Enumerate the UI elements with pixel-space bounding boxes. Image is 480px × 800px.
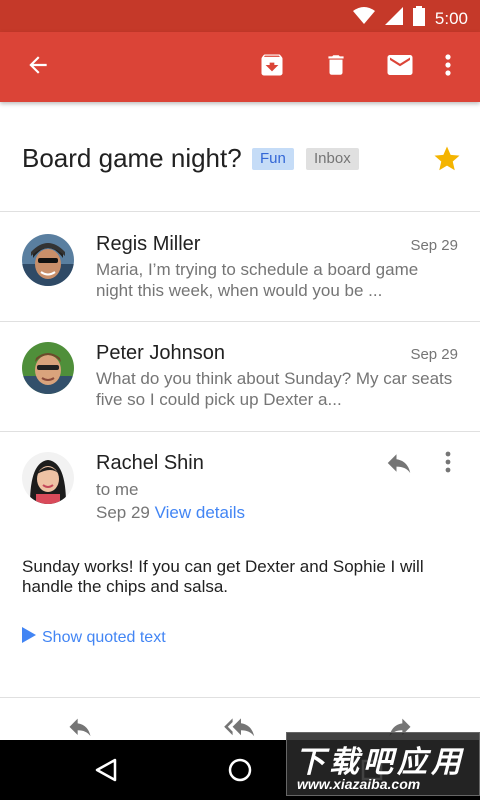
back-button[interactable] (20, 49, 56, 85)
reply-action-button[interactable] (66, 716, 96, 740)
wifi-icon (352, 7, 375, 30)
star-icon (432, 146, 462, 178)
star-button[interactable] (432, 144, 462, 174)
message-sender: Regis Miller (96, 233, 201, 255)
view-details-link[interactable]: View details (155, 503, 245, 522)
reply-button[interactable] (384, 448, 416, 480)
message-date: Sep 29 (410, 237, 458, 254)
nav-back-icon (91, 758, 123, 790)
show-quoted-text-button[interactable]: Show quoted text (22, 627, 166, 648)
label-fun[interactable]: Fun (252, 148, 294, 170)
message-date-line: Sep 29 View details (96, 503, 245, 523)
nav-home-button[interactable] (224, 754, 256, 786)
status-bar: 5:00 (0, 0, 480, 32)
battery-icon (412, 6, 425, 31)
label-inbox[interactable]: Inbox (306, 148, 359, 170)
message-date: Sep 29 (96, 503, 150, 522)
message-body: Sunday works! If you can get Dexter and … (22, 557, 424, 596)
watermark-url: www.xiazaiba.com (297, 776, 421, 792)
reply-icon (384, 454, 414, 482)
back-arrow-icon (25, 52, 51, 83)
thread-subject-row: Board game night? Fun Inbox (0, 102, 480, 212)
message-sender: Rachel Shin (96, 452, 204, 474)
delete-button[interactable] (318, 49, 354, 85)
avatar (22, 342, 74, 394)
message-snippet: What do you think about Sunday? My car s… (96, 369, 453, 409)
mark-unread-button[interactable] (382, 49, 418, 85)
app-bar (0, 32, 480, 102)
message-row[interactable]: Regis Miller Sep 29 Maria, I’m trying to… (0, 212, 480, 322)
mark-unread-icon (385, 50, 415, 85)
reply-all-action-button[interactable] (224, 716, 255, 740)
watermark-logo-text: 下载吧应用 (295, 746, 465, 779)
message-sender: Peter Johnson (96, 342, 225, 364)
message-snippet: Maria, I’m trying to schedule a board ga… (96, 260, 419, 300)
archive-icon (258, 51, 286, 84)
triangle-right-icon (22, 627, 36, 648)
nav-back-button[interactable] (91, 754, 123, 786)
avatar (22, 452, 74, 504)
delete-icon (323, 52, 349, 83)
message-row[interactable]: Peter Johnson Sep 29 What do you think a… (0, 322, 480, 432)
expanded-message: Rachel Shin to me Sep 29 View details Su… (0, 432, 480, 698)
overflow-menu-icon (444, 53, 452, 82)
watermark: 下载吧应用 www.xiazaiba.com (286, 732, 480, 796)
archive-button[interactable] (254, 49, 290, 85)
overflow-menu-button[interactable] (430, 49, 466, 85)
recipient-text: to me (96, 480, 139, 499)
status-time: 5:00 (434, 8, 468, 28)
nav-home-icon (224, 758, 256, 790)
avatar (22, 234, 74, 286)
thread-subject: Board game night? (22, 143, 242, 173)
cell-signal-icon (384, 7, 403, 30)
overflow-menu-icon (444, 450, 452, 479)
show-quoted-text-label: Show quoted text (42, 628, 166, 646)
message-overflow-button[interactable] (436, 448, 460, 480)
message-date: Sep 29 (410, 346, 458, 363)
